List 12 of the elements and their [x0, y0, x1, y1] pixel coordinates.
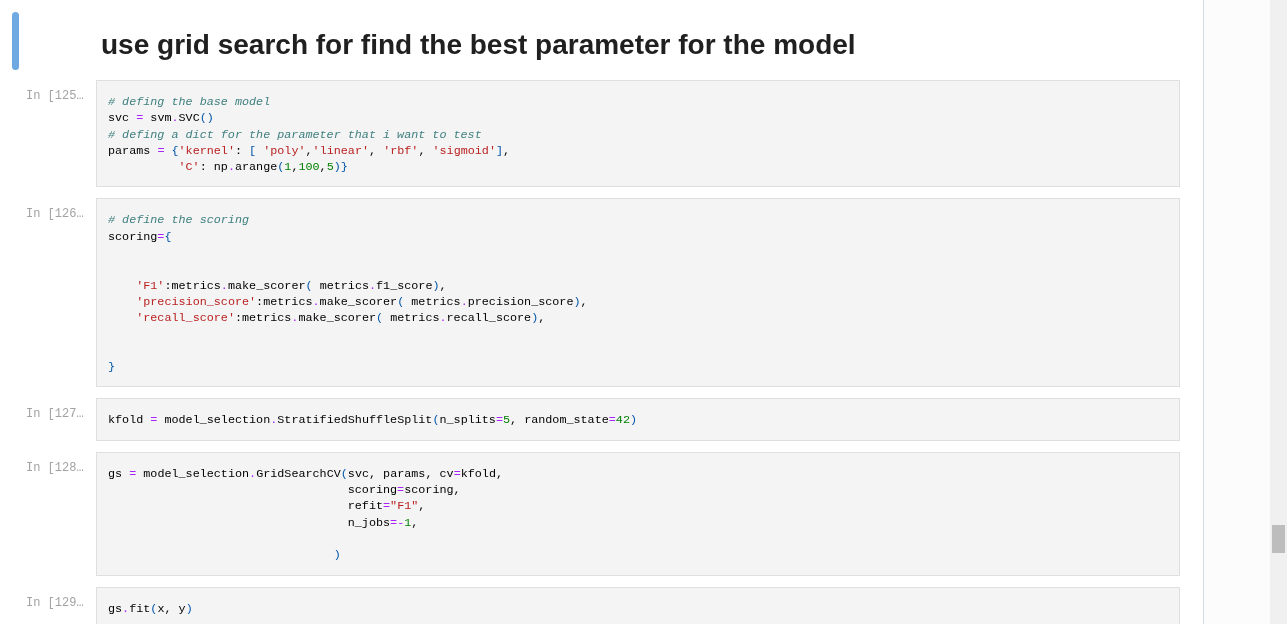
code-input[interactable]: # define the scoring scoring={ 'F1':metrics.make_scorer( metrics.f1_score), 'precision_score':metrics.make_scorer( metrics.precision_score), 'recall_score':metrics.make_scorer( metrics.recall_score), } — [96, 198, 1180, 388]
code-input[interactable]: gs.fit(x, y) — [96, 586, 1180, 624]
scrollbar-thumb[interactable] — [1272, 525, 1285, 553]
code-input[interactable]: kfold = model_selection.StratifiedShuffleSplit(n_splits=5, random_state=42) — [96, 398, 1180, 441]
execution-prompt: In [129… — [26, 594, 84, 611]
code-input[interactable]: gs = model_selection.GridSearchCV(svc, params, cv=kfold, scoring=scoring, refit="F1", n_jobs=-1, ) — [96, 451, 1180, 576]
execution-prompt: In [128… — [26, 459, 84, 476]
execution-prompt: In [125… — [26, 88, 84, 104]
code-input[interactable]: # defing the base model svc = svm.SVC() # defing a dict for the parameter that i want to test params = {'kernel': [ 'poly','linear', 'rbf', 'sigmoid'], 'C': np.arange(1,100,5)} — [96, 80, 1180, 188]
execution-prompt: In [127… — [26, 406, 84, 423]
markdown-heading: use grid search for find the best parameter for the model — [101, 27, 856, 62]
execution-prompt: In [126… — [26, 206, 84, 223]
